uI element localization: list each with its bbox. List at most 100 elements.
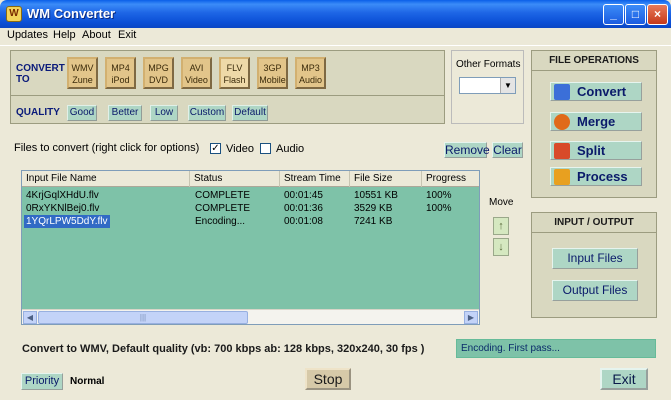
format-label: WMV [71, 63, 94, 73]
cell-stream-time: 00:01:36 [284, 203, 323, 214]
format-3gp-button[interactable]: 3GP Mobile [257, 57, 288, 89]
exit-button[interactable]: Exit [600, 368, 648, 390]
menu-help[interactable]: Help [53, 29, 76, 41]
cell-file-size: 3529 KB [354, 203, 393, 214]
menu-updates[interactable]: Updates [7, 29, 48, 41]
column-header-stream-time[interactable]: Stream Time [280, 171, 350, 187]
cell-name: 1YQrLPW5DdY.flv [24, 215, 110, 228]
menu-bar: Updates Help About Exit [0, 28, 671, 46]
conversion-settings-text: Convert to WMV, Default quality (vb: 700… [22, 343, 425, 355]
format-mp4-button[interactable]: MP4 iPod [105, 57, 136, 89]
table-row-selected[interactable]: 1YQrLPW5DdY.flv Encoding... 00:01:08 724… [22, 215, 479, 228]
window-title: WM Converter [27, 6, 116, 21]
other-formats-label: Other Formats [456, 59, 521, 70]
column-header-file-size[interactable]: File Size [350, 171, 422, 187]
convert-button[interactable]: Convert [550, 82, 642, 101]
format-wmv-button[interactable]: WMV Zune [67, 57, 98, 89]
convert-label-line2: TO [16, 74, 30, 85]
merge-button[interactable]: Merge [550, 112, 642, 131]
clear-button[interactable]: Clear [492, 142, 523, 158]
merge-icon [554, 114, 570, 130]
minimize-button[interactable]: _ [603, 4, 624, 25]
format-label: AVI [189, 63, 204, 73]
title-bar[interactable]: W WM Converter _ □ × [0, 0, 671, 28]
menu-exit[interactable]: Exit [118, 29, 136, 41]
status-box: Encoding. First pass... [456, 339, 656, 358]
scrollbar-thumb[interactable]: ||| [38, 311, 248, 324]
input-files-button[interactable]: Input Files [552, 248, 638, 269]
convert-to-label: CONVERT TO [16, 63, 65, 85]
cell-file-size: 10551 KB [354, 190, 398, 201]
split-button-label: Split [577, 143, 606, 158]
format-label: 3GP [263, 63, 282, 73]
cell-progress: 100% [426, 190, 452, 201]
file-operations-panel: FILE OPERATIONS Convert Merge Split Proc… [531, 50, 657, 198]
stop-button[interactable]: Stop [305, 368, 351, 390]
cell-name: 0RxYKNlBej0.flv [26, 203, 100, 214]
format-sublabel: DVD [148, 75, 168, 85]
quality-better-button[interactable]: Better [108, 105, 142, 121]
quality-custom-button[interactable]: Custom [188, 105, 226, 121]
format-label: FLV [226, 63, 243, 73]
format-label: MP4 [111, 63, 130, 73]
output-files-button[interactable]: Output Files [552, 280, 638, 301]
cell-name: 4KrjGqlXHdU.flv [26, 190, 99, 201]
format-avi-button[interactable]: AVI Video [181, 57, 212, 89]
cell-status: Encoding... [195, 216, 246, 227]
split-button[interactable]: Split [550, 141, 642, 160]
other-formats-select[interactable]: ▼ [459, 77, 516, 94]
convert-button-label: Convert [577, 84, 627, 99]
format-mpg-button[interactable]: MPG DVD [143, 57, 174, 89]
table-row[interactable]: 4KrjGqlXHdU.flv COMPLETE 00:01:45 10551 … [22, 189, 479, 202]
files-to-convert-label: Files to convert (right click for option… [14, 142, 200, 154]
horizontal-scrollbar[interactable]: ◀ ||| ▶ [22, 309, 479, 324]
column-header-progress[interactable]: Progress [422, 171, 479, 187]
scroll-left-icon[interactable]: ◀ [23, 311, 37, 324]
priority-value: Normal [70, 376, 105, 387]
format-sublabel: Zune [72, 75, 93, 85]
table-header: Input File Name Status Stream Time File … [22, 171, 479, 187]
scroll-right-icon[interactable]: ▶ [464, 311, 478, 324]
format-label: MP3 [301, 63, 320, 73]
move-up-button[interactable]: ↑ [493, 217, 509, 235]
menu-about[interactable]: About [82, 29, 111, 41]
table-row[interactable]: 0RxYKNlBej0.flv COMPLETE 00:01:36 3529 K… [22, 202, 479, 215]
format-sublabel: iPod [111, 75, 130, 85]
quality-good-button[interactable]: Good [67, 105, 97, 121]
column-header-name[interactable]: Input File Name [22, 171, 190, 187]
quality-label: QUALITY [16, 107, 60, 118]
files-table[interactable]: Input File Name Status Stream Time File … [21, 170, 480, 325]
format-sublabel: Mobile [259, 75, 286, 85]
quality-default-button[interactable]: Default [232, 105, 268, 121]
process-button-label: Process [577, 169, 628, 184]
move-down-button[interactable]: ↓ [493, 238, 509, 256]
format-flv-button[interactable]: FLV Flash [219, 57, 250, 89]
process-button[interactable]: Process [550, 167, 642, 186]
merge-button-label: Merge [577, 114, 616, 129]
audio-checkbox[interactable] [260, 143, 271, 154]
format-mp3-button[interactable]: MP3 Audio [295, 57, 326, 89]
priority-button[interactable]: Priority [21, 373, 63, 390]
chevron-down-icon[interactable]: ▼ [500, 78, 515, 93]
convert-label-line1: CONVERT [16, 63, 65, 74]
column-header-status[interactable]: Status [190, 171, 280, 187]
convert-row: CONVERT TO WMV Zune MP4 iPod MPG DVD AVI Vid… [11, 51, 444, 96]
process-icon [554, 169, 570, 185]
video-checkbox[interactable]: ✓ [210, 143, 221, 154]
audio-checkbox-label: Audio [276, 143, 305, 155]
convert-panel: CONVERT TO WMV Zune MP4 iPod MPG DVD AVI Vid… [10, 50, 445, 124]
format-sublabel: Video [185, 75, 208, 85]
move-label: Move [489, 197, 514, 208]
cell-status: COMPLETE [195, 203, 251, 214]
input-output-title: INPUT / OUTPUT [532, 213, 656, 233]
cell-progress: 100% [426, 203, 452, 214]
quality-low-button[interactable]: Low [150, 105, 178, 121]
cell-stream-time: 00:01:45 [284, 190, 323, 201]
cell-status: COMPLETE [195, 190, 251, 201]
maximize-button[interactable]: □ [625, 4, 646, 25]
close-button[interactable]: × [647, 4, 668, 25]
remove-button[interactable]: Remove [444, 142, 490, 158]
app-icon: W [6, 6, 22, 22]
other-formats-panel: Other Formats ▼ [451, 50, 524, 124]
format-sublabel: Audio [298, 75, 323, 85]
